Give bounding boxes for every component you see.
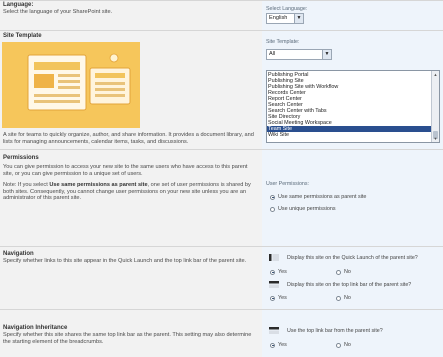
language-select-value: English [269,15,288,21]
language-panel: Select Language: English ▼ [262,0,443,30]
top-link-bar-icon [269,281,279,288]
radio-icon[interactable] [270,206,275,212]
navigation-inheritance-panel: Use the top link bar from the parent sit… [262,309,443,357]
language-select-label: Select Language: [266,6,308,12]
template-listbox-scrollbar[interactable]: ▲ ▼ [431,71,439,142]
permissions-same-option[interactable]: Use same permissions as parent site [270,194,366,200]
team-site-preview-image [2,42,140,128]
template-category-value: All [269,51,276,57]
radio-icon[interactable] [336,295,341,301]
top-link-bar-icon [269,327,279,334]
inherit-yes-option[interactable]: Yes [270,342,287,348]
template-category-select[interactable]: All ▼ [266,49,332,60]
top-link-bar-no-label: No [344,295,351,301]
navigation-inheritance-desc: Specify whether this site shares the sam… [3,332,252,345]
inherit-top-link-bar-question: Use the top link bar from the parent sit… [287,328,383,334]
navigation-section: Navigation Specify whether links to this… [0,246,262,309]
radio-selected-icon[interactable] [270,194,275,200]
scroll-down-icon[interactable]: ▼ [433,136,438,141]
chevron-down-icon: ▼ [294,14,303,23]
top-link-bar-no-option[interactable]: No [336,295,351,301]
permissions-unique-option[interactable]: Use unique permissions [270,206,336,212]
radio-icon[interactable] [336,342,341,348]
quick-launch-icon [269,254,279,261]
chevron-down-icon: ▼ [322,50,331,59]
permissions-title: Permissions [3,155,39,161]
navigation-title: Navigation [3,251,34,257]
site-template-title: Site Template [3,33,42,39]
site-template-select-label: Site Template: [266,39,300,45]
navigation-panel: Display this site on the Quick Launch of… [262,246,443,309]
template-option[interactable]: Wiki Site [267,132,431,138]
radio-selected-icon[interactable] [270,269,275,275]
site-template-panel: Site Template: All ▼ Publishing Portal P… [262,30,443,149]
language-section: Language: Select the language of your Sh… [0,0,262,30]
quick-launch-no-option[interactable]: No [336,269,351,275]
permissions-desc: You can give permission to access your n… [3,164,248,177]
inherit-no-label: No [344,342,351,348]
permissions-same-label: Use same permissions as parent site [278,194,367,200]
language-desc: Select the language of your SharePoint s… [3,9,113,15]
navigation-inheritance-section: Navigation Inheritance Specify whether t… [0,309,262,357]
inherit-no-option[interactable]: No [336,342,351,348]
top-link-bar-yes-option[interactable]: Yes [270,295,287,301]
navigation-inheritance-title: Navigation Inheritance [3,325,68,331]
quick-launch-yes-label: Yes [278,269,287,275]
template-preview-icon [2,42,140,128]
user-permissions-label: User Permissions: [266,181,309,187]
inherit-yes-label: Yes [278,342,287,348]
permissions-section: Permissions You can give permission to a… [0,149,262,246]
navigation-desc: Specify whether links to this site appea… [3,258,247,264]
scroll-up-icon[interactable]: ▲ [433,72,438,77]
site-template-section: Site Template A site for teams to quickl… [0,30,262,149]
radio-selected-icon[interactable] [270,342,275,348]
radio-icon[interactable] [336,269,341,275]
quick-launch-question: Display this site on the Quick Launch of… [287,255,418,261]
site-template-desc: A site for teams to quickly organize, au… [3,132,254,145]
top-link-bar-question: Display this site on the top link bar of… [287,282,412,288]
permissions-note-bold: Use same permissions as parent site [49,182,148,189]
template-listbox[interactable]: Publishing Portal Publishing Site Publis… [266,70,440,143]
permissions-note-pre: Note: If you select [3,182,50,189]
template-options: Publishing Portal Publishing Site Publis… [267,71,439,138]
permissions-note: Note: If you select Use same permissions… [0,178,256,203]
language-select[interactable]: English ▼ [266,13,304,24]
permissions-unique-label: Use unique permissions [278,206,336,212]
permissions-panel: User Permissions: Use same permissions a… [262,149,443,246]
quick-launch-yes-option[interactable]: Yes [270,269,287,275]
radio-selected-icon[interactable] [270,295,275,301]
top-link-bar-yes-label: Yes [278,295,287,301]
language-title: Language: [3,2,34,8]
quick-launch-no-label: No [344,269,351,275]
